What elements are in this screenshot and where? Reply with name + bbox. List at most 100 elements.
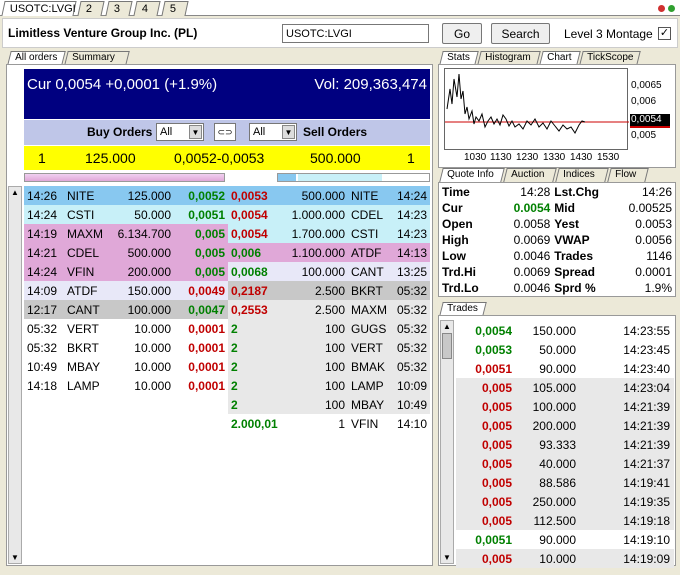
ask-market-maker: BKRT [351,283,383,298]
trade-row[interactable]: 0,005 105.000 14:23:04 [456,378,674,397]
trades-scrollbar[interactable]: ▲ ▼ [440,320,454,564]
tab-3[interactable]: 3 [105,1,133,16]
trade-row[interactable]: 0,005 100.000 14:21:39 [456,397,674,416]
bid-row[interactable]: 12:17 CANT 100.000 0,0047 [24,300,228,319]
order-book-scrollbar[interactable]: ▲ ▼ [8,186,22,564]
level3-montage-checkbox[interactable]: ✓ [658,27,671,40]
scroll-down-icon[interactable]: ▼ [10,553,20,562]
trade-row[interactable]: 0,0054 150.000 14:23:55 [456,321,674,340]
link-toggle-button[interactable]: ⊂⊃ [214,123,236,141]
bid-size: 10.000 [134,359,171,374]
trade-price: 0,005 [481,418,512,433]
search-button[interactable]: Search [491,23,550,44]
bid-size: 125.000 [127,188,171,203]
ask-market-maker: ATDF [351,245,382,260]
trade-price: 0,0053 [475,342,512,357]
tab-2[interactable]: 2 [77,1,105,16]
ask-size: 100 [324,321,345,336]
trade-row[interactable]: 0,005 93.333 14:21:39 [456,435,674,454]
scroll-thumb[interactable] [442,333,452,359]
trade-row[interactable]: 0,005 250.000 14:19:35 [456,492,674,511]
ask-row[interactable]: 0,2187 2.500 BKRT 05:32 [228,281,430,300]
go-button[interactable]: Go [442,23,482,44]
tab-histogram[interactable]: Histogram [477,51,541,65]
trade-row[interactable]: 0,0051 90.000 14:19:10 [456,530,674,549]
ask-row[interactable]: 2 100 LAMP 10:09 [228,376,430,395]
ask-row[interactable]: 2 100 GUGS 05:32 [228,319,430,338]
ask-price: 0,2187 [231,283,268,298]
scroll-up-icon[interactable]: ▲ [442,322,452,331]
ask-row[interactable]: 0,0054 1.700.000 CSTI 14:23 [228,224,430,243]
tab-all-orders[interactable]: All orders [7,51,66,65]
quote-info-value: 0.00525 [628,201,672,215]
ask-price: 0,2553 [231,302,268,317]
ask-row[interactable]: 0,0068 100.000 CANT 13:25 [228,262,430,281]
symbol-input[interactable] [282,24,429,43]
ask-row[interactable]: 0,0054 1.000.000 CDEL 14:23 [228,205,430,224]
ask-row[interactable]: 0,0053 500.000 NITE 14:24 [228,186,430,205]
bid-row[interactable]: 14:19 MAXM 6.134.700 0,005 [24,224,228,243]
ask-row[interactable]: 2 100 VERT 05:32 [228,338,430,357]
tab-stats[interactable]: Stats [439,51,479,65]
ask-time: 05:32 [396,340,427,355]
bid-row[interactable]: 14:24 VFIN 200.000 0,005 [24,262,228,281]
tab-tickscope[interactable]: TickScope [579,51,641,65]
close-icon[interactable] [658,5,665,12]
trade-row[interactable]: 0,005 112.500 14:19:18 [456,511,674,530]
tab-summary[interactable]: Summary [64,51,130,65]
scroll-up-icon[interactable]: ▲ [10,188,20,197]
tab-indices[interactable]: Indices [555,168,609,182]
trade-row[interactable]: 0,005 200.000 14:21:39 [456,416,674,435]
trade-row[interactable]: 0,005 88.586 14:19:41 [456,473,674,492]
trade-size: 90.000 [539,361,576,376]
bid-time: 14:18 [27,378,58,393]
bid-row[interactable]: 14:24 CSTI 50.000 0,0051 [24,205,228,224]
bid-row[interactable]: 14:21 CDEL 500.000 0,005 [24,243,228,262]
tab-usotc-lvgi[interactable]: USOTC:LVGI [1,1,77,16]
ask-row[interactable]: 0,006 1.100.000 ATDF 14:13 [228,243,430,262]
trade-row[interactable]: 0,005 40.000 14:21:37 [456,454,674,473]
tab-flow[interactable]: Flow [607,168,649,182]
price-chart [444,68,629,150]
quote-info-label: Trades [554,249,593,263]
ask-row[interactable]: 2 100 MBAY 10:49 [228,395,430,414]
quote-info-label: Yest [554,217,579,231]
quote-banner: Cur 0,0054 +0,0001 (+1.9%) Vol: 209,363,… [24,69,430,119]
ask-size: 100 [324,340,345,355]
quote-info-value: 0.0001 [635,265,672,279]
scroll-down-icon[interactable]: ▼ [442,553,452,562]
buy-filter-select[interactable]: All ▼ [156,123,204,141]
ask-row[interactable]: 2.000,01 1 VFIN 14:10 [228,414,430,433]
tab-auction[interactable]: Auction [503,168,557,182]
ask-size: 100 [324,359,345,374]
sell-filter-select[interactable]: All ▼ [249,123,297,141]
tab-trades[interactable]: Trades [439,302,487,316]
bid-row[interactable]: 05:32 VERT 10.000 0,0001 [24,319,228,338]
bid-row[interactable]: 10:49 MBAY 10.000 0,0001 [24,357,228,376]
trade-row[interactable]: 0,005 10.000 14:19:09 [456,549,674,568]
trade-time: 14:19:41 [623,475,670,490]
ask-market-maker: VERT [351,340,383,355]
sell-orders-label: Sell Orders [303,125,368,139]
maximize-icon[interactable] [668,5,675,12]
bid-row[interactable]: 14:18 LAMP 10.000 0,0001 [24,376,228,395]
ask-row[interactable]: 0,2553 2.500 MAXM 05:32 [228,300,430,319]
bid-row[interactable]: 05:32 BKRT 10.000 0,0001 [24,338,228,357]
tab-5[interactable]: 5 [161,1,189,16]
tab-quote-info[interactable]: Quote Info [439,168,505,182]
quote-info-row: Open 0.0058 Yest 0.0053 [440,216,674,232]
ask-row[interactable]: 2 100 BMAK 05:32 [228,357,430,376]
bid-time: 14:24 [27,264,58,279]
bid-row[interactable]: 14:26 NITE 125.000 0,0052 [24,186,228,205]
tab-chart[interactable]: Chart [539,51,581,65]
ask-time: 14:13 [396,245,427,260]
trade-row[interactable]: 0,0053 50.000 14:23:45 [456,340,674,359]
trade-time: 14:23:40 [623,361,670,376]
tab-4[interactable]: 4 [133,1,161,16]
level3-montage-label: Level 3 Montage [564,27,653,41]
bid-row[interactable]: 14:09 ATDF 150.000 0,0049 [24,281,228,300]
trade-row[interactable]: 0,0051 90.000 14:23:40 [456,359,674,378]
ask-time: 13:25 [396,264,427,279]
bid-size: 50.000 [134,207,171,222]
trade-time: 14:19:35 [623,494,670,509]
